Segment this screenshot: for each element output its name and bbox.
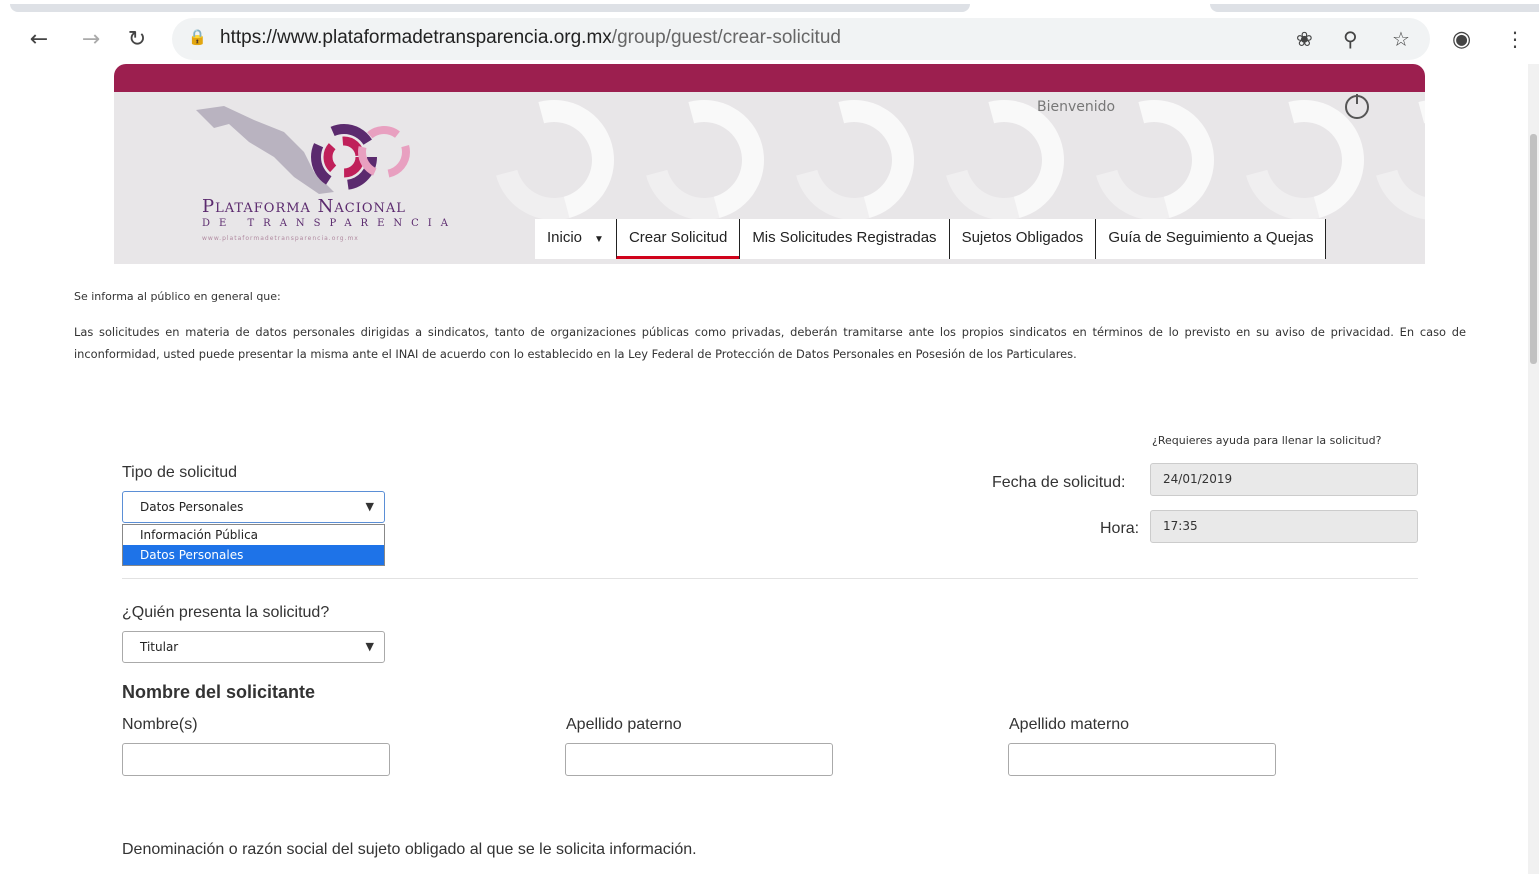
header-top-bar <box>114 64 1425 95</box>
brand-subtitle: de Transparencia <box>202 218 457 229</box>
url-text[interactable]: https://www.plataformadetransparencia.or… <box>220 27 841 49</box>
browser-tab[interactable] <box>10 4 970 12</box>
nav-sujetos-obligados[interactable]: Sujetos Obligados <box>948 219 1096 259</box>
apellido-paterno-label: Apellido paterno <box>566 716 682 733</box>
nav-inicio[interactable]: Inicio ▼ <box>535 219 616 259</box>
tipo-solicitud-value: Datos Personales <box>140 500 244 514</box>
reload-icon[interactable]: ↻ <box>122 24 152 54</box>
option-informacion-publica[interactable]: Información Pública <box>123 525 384 545</box>
apellido-materno-input[interactable] <box>1008 743 1276 776</box>
nav-guia-quejas[interactable]: Guía de Seguimiento a Quejas <box>1095 219 1327 259</box>
scrollbar[interactable] <box>1528 64 1539 874</box>
hora-label: Hora: <box>1100 520 1140 537</box>
scrollbar-thumb[interactable] <box>1530 134 1537 364</box>
notice-intro: Se informa al público en general que: <box>74 290 281 303</box>
url-path: /group/guest/crear-solicitud <box>611 27 841 48</box>
url-host: https://www.plataformadetransparencia.or… <box>220 27 612 48</box>
logo-icon <box>196 106 410 194</box>
quien-presenta-value: Titular <box>140 640 179 654</box>
browser-tab-2[interactable] <box>1210 4 1539 12</box>
apellido-paterno-input[interactable] <box>565 743 833 776</box>
quien-presenta-select[interactable]: Titular ▼ <box>122 631 385 663</box>
nav-mis-solicitudes[interactable]: Mis Solicitudes Registradas <box>739 219 948 259</box>
help-link[interactable]: ¿Requieres ayuda para llenar la solicitu… <box>1152 434 1381 447</box>
menu-icon[interactable]: ⋮ <box>1505 27 1525 51</box>
nombre-input[interactable] <box>122 743 390 776</box>
dropdown-arrow-icon: ▼ <box>365 640 374 653</box>
tab-strip <box>0 0 1539 14</box>
tipo-solicitud-label: Tipo de solicitud <box>122 464 238 481</box>
tipo-solicitud-options: Información Pública Datos Personales <box>122 524 385 566</box>
back-icon[interactable]: ← <box>24 24 54 54</box>
notice-body: Las solicitudes en materia de datos pers… <box>74 325 1466 361</box>
nav-inicio-label: Inicio <box>547 229 583 246</box>
nombre-solicitante-heading: Nombre del solicitante <box>122 682 316 702</box>
fecha-label: Fecha de solicitud: <box>992 474 1126 491</box>
star-icon[interactable]: ☆ <box>1392 27 1410 51</box>
option-datos-personales[interactable]: Datos Personales <box>123 545 384 565</box>
nombre-label: Nombre(s) <box>122 716 198 733</box>
denominacion-label: Denominación o razón social del sujeto o… <box>122 841 697 858</box>
apellido-materno-label: Apellido materno <box>1009 716 1130 733</box>
quien-presenta-label: ¿Quién presenta la solicitud? <box>122 604 330 621</box>
nav-crear-solicitud[interactable]: Crear Solicitud <box>615 219 740 259</box>
lock-icon[interactable]: 🔒 <box>188 28 207 46</box>
fecha-field: 24/01/2019 <box>1150 463 1418 496</box>
hora-field: 17:35 <box>1150 510 1418 543</box>
power-icon[interactable] <box>1345 94 1369 119</box>
caret-down-icon: ▼ <box>594 234 604 245</box>
account-icon[interactable]: ◉ <box>1452 27 1471 52</box>
brand-url: www.plataformadetransparencia.org.mx <box>202 235 359 242</box>
divider <box>122 578 1418 579</box>
zoom-icon[interactable]: ⚲ <box>1343 27 1358 51</box>
brand-name: Plataforma Nacional <box>202 196 406 217</box>
tipo-solicitud-select[interactable]: Datos Personales ▼ <box>122 491 385 523</box>
dropdown-arrow-icon: ▼ <box>365 500 374 513</box>
welcome-text: Bienvenido <box>1037 99 1116 115</box>
main-nav: Inicio ▼ Crear Solicitud Mis Solicitudes … <box>535 219 1327 259</box>
cookie-icon[interactable]: ❀ <box>1296 27 1313 51</box>
forward-icon[interactable]: → <box>76 24 106 54</box>
